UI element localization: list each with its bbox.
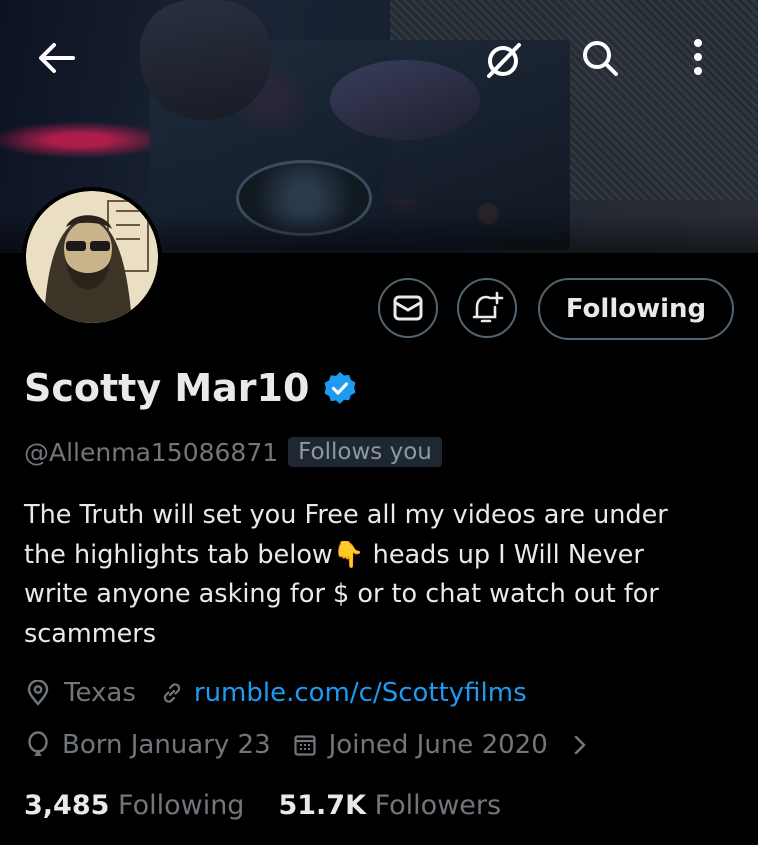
following-button-label: Following bbox=[565, 294, 707, 324]
bell-plus-icon bbox=[472, 291, 504, 323]
location-website-row: Texas rumble.com/c/Scottyfilms bbox=[24, 678, 527, 708]
following-count: 3,485 bbox=[24, 790, 110, 821]
location-pin-icon bbox=[24, 679, 52, 707]
message-button[interactable] bbox=[378, 278, 438, 338]
bio-line-3: write anyone asking for $ or to chat wat… bbox=[24, 579, 659, 609]
following-stat[interactable]: 3,485 Following bbox=[24, 790, 244, 821]
username-handle: @Allenma15086871 bbox=[24, 437, 279, 467]
follow-stats: 3,485 Following 51.7K Followers bbox=[24, 790, 501, 821]
display-name: Scotty Mar10 bbox=[24, 366, 310, 410]
display-name-row: Scotty Mar10 bbox=[24, 366, 357, 410]
website-link[interactable]: rumble.com/c/Scottyfilms bbox=[194, 678, 527, 708]
notifications-button[interactable] bbox=[457, 278, 517, 338]
following-button[interactable]: Following bbox=[538, 278, 734, 340]
chevron-right-icon[interactable] bbox=[566, 731, 594, 759]
bio-line-2a: the highlights tab below bbox=[24, 539, 333, 570]
followers-label: Followers bbox=[374, 790, 502, 821]
bio-line-4: scammers bbox=[24, 618, 157, 649]
grok-icon bbox=[487, 43, 521, 78]
search-button[interactable] bbox=[576, 34, 624, 82]
birthday-text: Born January 23 bbox=[62, 730, 271, 760]
joined-text: Joined June 2020 bbox=[328, 730, 548, 760]
search-icon bbox=[583, 41, 618, 76]
more-button[interactable] bbox=[683, 34, 713, 80]
location-text: Texas bbox=[64, 678, 136, 708]
following-label: Following bbox=[118, 790, 245, 821]
followers-count: 51.7K bbox=[278, 790, 366, 821]
banner-hand-right bbox=[330, 60, 480, 140]
mail-icon bbox=[393, 295, 423, 321]
pointing-down-emoji: 👇 bbox=[332, 539, 365, 570]
profile-avatar[interactable] bbox=[22, 187, 162, 327]
back-button[interactable] bbox=[30, 35, 82, 81]
arrow-left-icon bbox=[39, 43, 75, 73]
balloon-icon bbox=[24, 731, 52, 759]
more-vertical-icon bbox=[694, 39, 702, 75]
calendar-icon bbox=[291, 731, 319, 759]
follows-you-badge: Follows you bbox=[288, 437, 442, 467]
avatar-image bbox=[26, 191, 158, 323]
followers-stat[interactable]: 51.7K Followers bbox=[278, 790, 501, 821]
banner-hand-left bbox=[140, 0, 270, 120]
verified-badge-icon[interactable] bbox=[323, 371, 357, 405]
birthday-joined-row: Born January 23 Joined June 2020 bbox=[24, 730, 606, 760]
bio-line-1: The Truth will set you Free all my video… bbox=[24, 500, 668, 530]
profile-bio: The Truth will set you Free all my video… bbox=[24, 496, 714, 654]
link-icon bbox=[158, 679, 186, 707]
bio-line-2: the highlights tab below👇 heads up I Wil… bbox=[24, 536, 714, 576]
bio-line-2b: heads up I Will Never bbox=[364, 539, 644, 570]
grok-button[interactable] bbox=[478, 37, 528, 83]
avatar-portrait bbox=[26, 191, 158, 323]
handle-row: @Allenma15086871 Follows you bbox=[24, 437, 442, 467]
